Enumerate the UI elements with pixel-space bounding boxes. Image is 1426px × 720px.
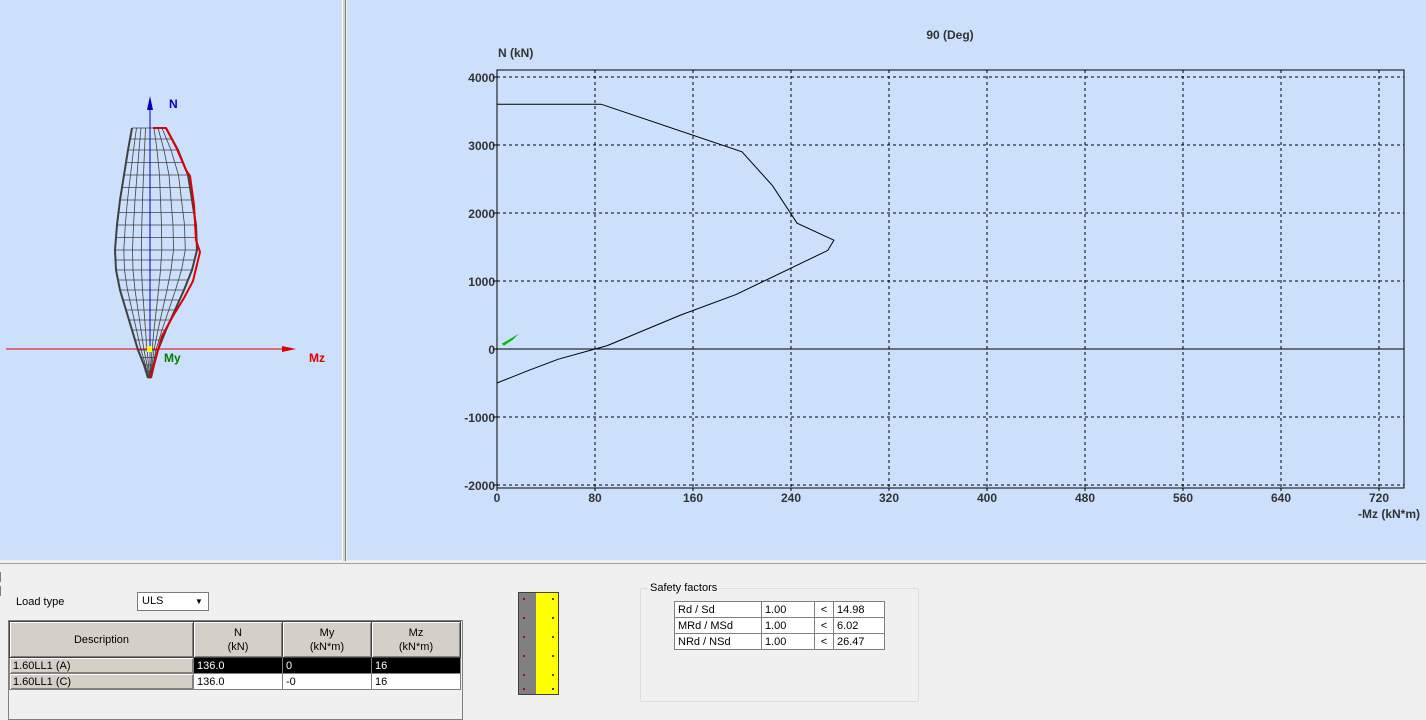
x-tick-label: 80	[588, 491, 602, 505]
splitter-grip	[0, 572, 4, 582]
col-header-description[interactable]: Description	[9, 621, 194, 658]
loads-table: Description N (kN) My (kN*m) Mz (kN*m) 1…	[9, 621, 461, 690]
safety-factors-title: Safety factors	[648, 582, 720, 594]
envelope-highlight-curve	[149, 127, 202, 379]
y-tick-label: -2000	[464, 479, 495, 493]
interaction-2d-chart[interactable]: 90 (Deg) N (kN) -Mz (kN*m) -2000 -1000 0 10…	[347, 0, 1426, 560]
y-tick-label: 2000	[468, 207, 495, 221]
interaction-3d-view[interactable]: N Mz My	[0, 0, 342, 560]
row-description[interactable]: 1.60LL1 (A)	[9, 657, 194, 674]
row-mz[interactable]: 16	[371, 657, 461, 674]
x-tick-label: 240	[781, 491, 801, 505]
safety-operator: <	[814, 617, 834, 634]
wireframe-meridian	[150, 127, 199, 379]
safety-required: 1.00	[761, 617, 815, 634]
x-tick-label: 720	[1369, 491, 1389, 505]
y-tick-labels: -2000 -1000 0 1000 2000 3000 4000	[464, 71, 497, 493]
interaction-3d-svg: N Mz My	[6, 96, 325, 379]
n-axis-arrow	[147, 96, 153, 110]
load-type-value: ULS	[142, 595, 164, 607]
row-my[interactable]: -0	[282, 673, 372, 690]
section-preview-image	[518, 592, 559, 695]
chart-grid	[497, 70, 1404, 488]
col-header-my[interactable]: My (kN*m)	[282, 621, 372, 658]
x-tick-label: 320	[879, 491, 899, 505]
safety-row: MRd / MSd 1.00 < 6.02	[674, 617, 885, 634]
mz-axis-label: Mz	[309, 351, 325, 365]
y-tick-label: 1000	[468, 275, 495, 289]
safety-value: 6.02	[833, 617, 885, 634]
col-header-mz[interactable]: Mz (kN*m)	[371, 621, 461, 658]
x-tick-label: 0	[494, 491, 501, 505]
y-axis-title: N (kN)	[498, 46, 533, 60]
x-tick-label: 560	[1173, 491, 1193, 505]
x-tick-label: 640	[1271, 491, 1291, 505]
chart-title: 90 (Deg)	[926, 28, 973, 42]
y-tick-label: -1000	[464, 411, 495, 425]
mz-axis-arrow	[282, 346, 296, 352]
x-tick-label: 160	[683, 491, 703, 505]
y-tick-label: 3000	[468, 139, 495, 153]
safety-label: NRd / NSd	[674, 633, 762, 650]
safety-required: 1.00	[761, 601, 815, 618]
safety-required: 1.00	[761, 633, 815, 650]
my-axis-label: My	[164, 351, 181, 365]
splitter-grip	[0, 586, 4, 596]
load-type-dropdown[interactable]: ULS ▼	[137, 592, 209, 611]
chart-svg: 90 (Deg) N (kN) -Mz (kN*m) -2000 -1000 0 10…	[464, 28, 1420, 521]
row-description[interactable]: 1.60LL1 (C)	[9, 673, 194, 690]
n-axis-label: N	[169, 97, 178, 111]
row-my[interactable]: 0	[282, 657, 372, 674]
safety-label: MRd / MSd	[674, 617, 762, 634]
safety-value: 26.47	[833, 633, 885, 650]
y-tick-label: 4000	[468, 71, 495, 85]
safety-row: Rd / Sd 1.00 < 14.98	[674, 601, 885, 618]
load-point-arrow	[501, 333, 519, 346]
safety-value: 14.98	[833, 601, 885, 618]
safety-operator: <	[814, 633, 834, 650]
load-type-label: Load type	[16, 596, 65, 608]
table-row[interactable]: 1.60LL1 (A) 136.0 0 16	[9, 657, 461, 674]
y-tick-label: 0	[488, 343, 495, 357]
x-axis-title: -Mz (kN*m)	[1358, 507, 1420, 521]
load-point-marker	[147, 346, 152, 352]
safety-factors-group: Safety factors Rd / Sd 1.00 < 14.98 MRd …	[640, 582, 919, 702]
bottom-panel: Load type ULS ▼ Description N (kN) My (k…	[0, 563, 1426, 720]
row-mz[interactable]: 16	[371, 673, 461, 690]
safety-label: Rd / Sd	[674, 601, 762, 618]
loads-table-container: Description N (kN) My (kN*m) Mz (kN*m) 1…	[8, 620, 463, 720]
x-tick-label: 400	[977, 491, 997, 505]
safety-factors-table: Rd / Sd 1.00 < 14.98 MRd / MSd 1.00 < 6.…	[674, 601, 885, 650]
col-header-n[interactable]: N (kN)	[193, 621, 283, 658]
safety-row: NRd / NSd 1.00 < 26.47	[674, 633, 885, 650]
table-row[interactable]: 1.60LL1 (C) 136.0 -0 16	[9, 673, 461, 690]
row-n[interactable]: 136.0	[193, 673, 283, 690]
x-tick-label: 480	[1075, 491, 1095, 505]
plot-area	[496, 69, 1405, 489]
vertical-splitter[interactable]	[342, 0, 346, 561]
safety-operator: <	[814, 601, 834, 618]
chevron-down-icon[interactable]: ▼	[192, 594, 206, 609]
row-n[interactable]: 136.0	[193, 657, 283, 674]
nm-interaction-curve	[496, 103, 835, 384]
x-tick-labels: 0 80 160 240 320 400 480 560 640 720	[494, 488, 1389, 505]
